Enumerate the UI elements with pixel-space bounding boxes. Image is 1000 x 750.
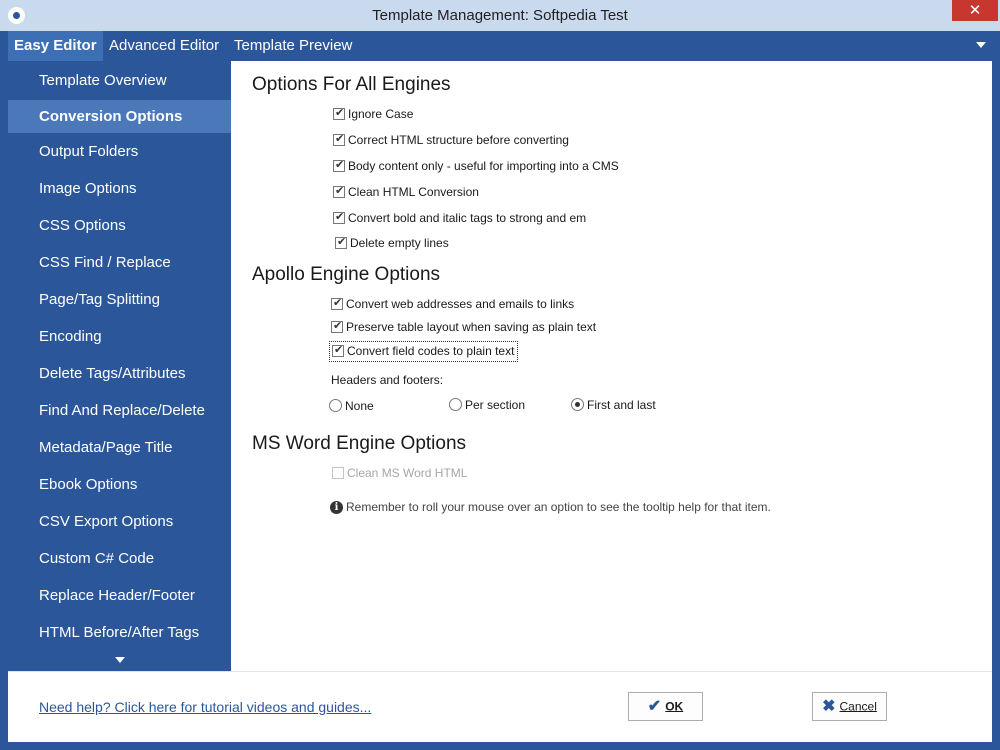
radio-none[interactable]: None bbox=[329, 398, 374, 413]
checkbox-convert-web-addresses[interactable]: Convert web addresses and emails to link… bbox=[331, 296, 574, 314]
sidebar-item-metadata-page-title[interactable]: Metadata/Page Title bbox=[8, 431, 231, 464]
main-panel: Options For All Engines Ignore Case Corr… bbox=[231, 61, 992, 671]
sidebar-item-image-options[interactable]: Image Options bbox=[8, 172, 231, 205]
tab-advanced-editor[interactable]: Advanced Editor bbox=[103, 31, 225, 61]
help-link[interactable]: Need help? Click here for tutorial video… bbox=[39, 699, 371, 715]
checkbox-correct-html-structure[interactable]: Correct HTML structure before converting bbox=[333, 132, 569, 150]
sidebar-item-csv-export-options[interactable]: CSV Export Options bbox=[8, 505, 231, 538]
checkbox-box[interactable] bbox=[333, 184, 345, 198]
radio-first-and-last[interactable]: First and last bbox=[571, 397, 656, 412]
section-title-apollo-engine: Apollo Engine Options bbox=[252, 264, 441, 285]
sidebar-item-find-and-replace-delete[interactable]: Find And Replace/Delete bbox=[8, 394, 231, 427]
sidebar-item-template-overview[interactable]: Template Overview bbox=[8, 64, 231, 97]
checkbox-body-content-only[interactable]: Body content only - useful for importing… bbox=[333, 158, 619, 176]
menu-bar: Easy Editor Advanced Editor Template Pre… bbox=[8, 31, 992, 61]
checkbox-preserve-table-layout[interactable]: Preserve table layout when saving as pla… bbox=[331, 319, 596, 337]
checkmark-icon: ✔ bbox=[647, 698, 662, 716]
sidebar-item-replace-header-footer[interactable]: Replace Header/Footer bbox=[8, 579, 231, 612]
radio-circle[interactable] bbox=[571, 398, 584, 412]
info-icon: i bbox=[330, 501, 343, 515]
tab-template-preview[interactable]: Template Preview bbox=[228, 31, 358, 61]
checkbox-convert-field-codes[interactable]: Convert field codes to plain text bbox=[329, 341, 519, 362]
sidebar-item-delete-tags-attributes[interactable]: Delete Tags/Attributes bbox=[8, 357, 231, 390]
checkbox-box[interactable] bbox=[333, 158, 345, 172]
checkbox-box[interactable] bbox=[333, 132, 345, 146]
window-title: Template Management: Softpedia Test bbox=[372, 7, 628, 24]
headers-footers-label: Headers and footers: bbox=[331, 373, 444, 387]
sidebar-item-output-folders[interactable]: Output Folders bbox=[8, 135, 231, 168]
sidebar-item-custom-csharp-code[interactable]: Custom C# Code bbox=[8, 542, 231, 575]
checkbox-box[interactable] bbox=[332, 343, 344, 357]
sidebar-item-css-options[interactable]: CSS Options bbox=[8, 209, 231, 242]
checkbox-box[interactable] bbox=[333, 210, 345, 224]
radio-circle[interactable] bbox=[329, 399, 342, 413]
tooltip-hint: i Remember to roll your mouse over an opt… bbox=[330, 500, 771, 515]
sidebar-item-encoding[interactable]: Encoding bbox=[8, 320, 231, 353]
checkbox-box bbox=[332, 466, 344, 479]
checkbox-delete-empty-lines[interactable]: Delete empty lines bbox=[335, 235, 449, 253]
cancel-button[interactable]: ✖ Cancel bbox=[812, 692, 887, 721]
sidebar-item-conversion-options[interactable]: Conversion Options bbox=[8, 100, 231, 133]
checkbox-ignore-case[interactable]: Ignore Case bbox=[333, 106, 413, 124]
tab-easy-editor[interactable]: Easy Editor bbox=[8, 31, 103, 61]
sidebar-item-css-find-replace[interactable]: CSS Find / Replace bbox=[8, 246, 231, 279]
title-bar: Template Management: Softpedia Test ✕ bbox=[0, 0, 1000, 31]
checkbox-box[interactable] bbox=[331, 296, 343, 310]
checkbox-clean-ms-word-html: Clean MS Word HTML bbox=[332, 465, 467, 483]
radio-per-section[interactable]: Per section bbox=[449, 397, 525, 412]
ok-button[interactable]: ✔ OK bbox=[628, 692, 703, 721]
close-button[interactable]: ✕ bbox=[952, 0, 998, 21]
checkbox-convert-bold-italic[interactable]: Convert bold and italic tags to strong a… bbox=[333, 210, 586, 228]
section-title-msword-engine: MS Word Engine Options bbox=[252, 433, 467, 454]
checkbox-box[interactable] bbox=[333, 106, 345, 120]
radio-circle[interactable] bbox=[449, 398, 462, 412]
chevron-down-icon[interactable] bbox=[115, 657, 125, 663]
footer-bar: Need help? Click here for tutorial video… bbox=[8, 671, 992, 742]
sidebar-item-html-before-after-tags[interactable]: HTML Before/After Tags bbox=[8, 616, 231, 649]
checkbox-clean-html-conversion[interactable]: Clean HTML Conversion bbox=[333, 184, 479, 202]
sidebar-item-ebook-options[interactable]: Ebook Options bbox=[8, 468, 231, 501]
section-title-all-engines: Options For All Engines bbox=[252, 74, 451, 95]
chevron-down-icon[interactable] bbox=[976, 42, 986, 48]
close-icon: ✖ bbox=[822, 698, 836, 716]
sidebar-item-page-tag-splitting[interactable]: Page/Tag Splitting bbox=[8, 283, 231, 316]
sidebar: Template Overview Conversion Options Out… bbox=[8, 61, 231, 671]
checkbox-box[interactable] bbox=[335, 235, 347, 249]
checkbox-box[interactable] bbox=[331, 319, 343, 333]
